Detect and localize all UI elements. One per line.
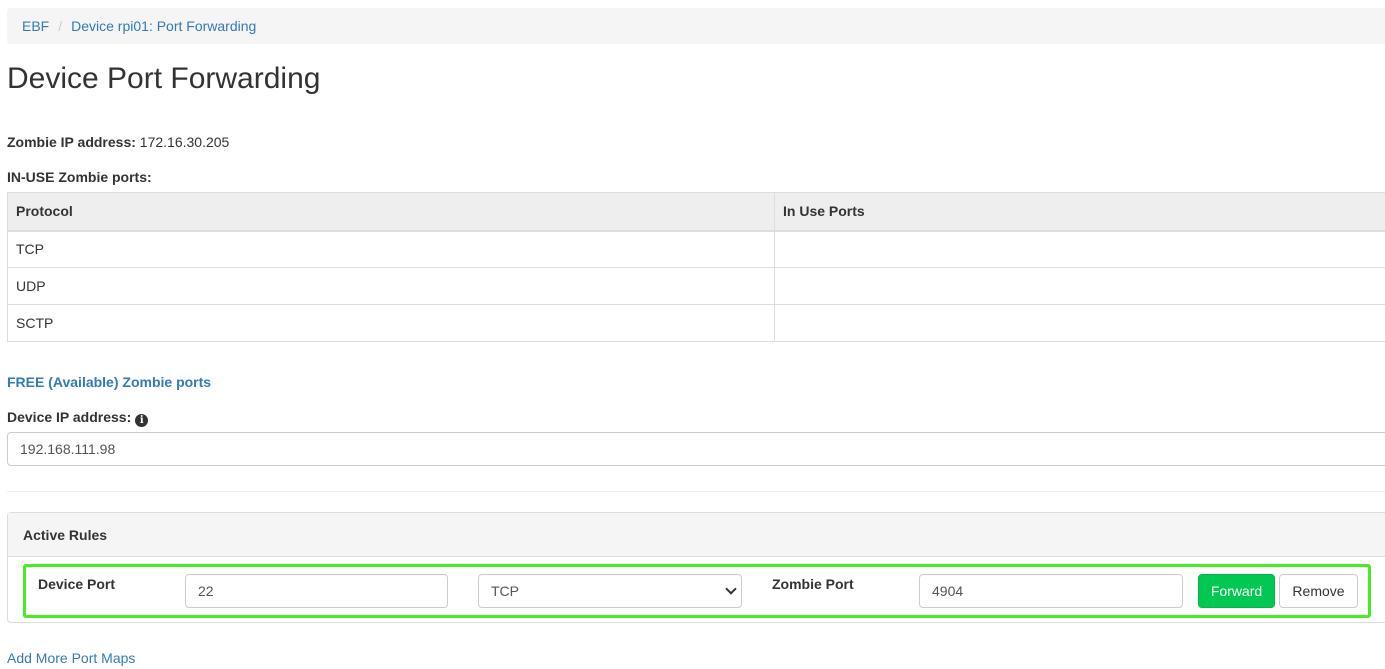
device-ip-label-line: Device IP address: i xyxy=(7,409,149,427)
table-header-row: Protocol In Use Ports xyxy=(7,192,1385,232)
add-more-port-maps-link[interactable]: Add More Port Maps xyxy=(7,650,135,666)
info-circle-icon[interactable]: i xyxy=(135,414,149,427)
zombie-port-input[interactable] xyxy=(919,574,1183,608)
remove-button[interactable]: Remove xyxy=(1279,574,1358,608)
zombie-ip-label: Zombie IP address: xyxy=(7,134,136,150)
ports-cell xyxy=(774,304,1385,342)
section-divider xyxy=(7,491,1385,492)
device-port-input[interactable] xyxy=(185,574,448,608)
active-rules-heading: Active Rules xyxy=(8,513,1385,557)
forward-button[interactable]: Forward xyxy=(1198,574,1275,608)
protocol-cell: SCTP xyxy=(7,304,775,342)
ports-cell xyxy=(774,267,1385,305)
protocol-cell: TCP xyxy=(7,230,775,268)
breadcrumb: EBF / Device rpi01: Port Forwarding xyxy=(7,8,1385,44)
zombie-ip-line: Zombie IP address: 172.16.30.205 xyxy=(7,134,229,150)
active-rules-panel: Active Rules Device Port TCP Zombie Port… xyxy=(7,512,1385,623)
in-use-ports-heading: IN-USE Zombie ports: xyxy=(7,169,152,185)
breadcrumb-item-device-port-forwarding[interactable]: Device rpi01: Port Forwarding xyxy=(71,18,256,34)
zombie-ip-value: 172.16.30.205 xyxy=(139,134,230,150)
breadcrumb-item-ebf[interactable]: EBF xyxy=(22,18,49,34)
table-row: TCP xyxy=(7,230,1385,268)
column-header-in-use-ports: In Use Ports xyxy=(774,192,1385,232)
ports-cell xyxy=(774,230,1385,268)
table-row: UDP xyxy=(7,267,1385,305)
protocol-select[interactable]: TCP xyxy=(478,574,742,608)
in-use-ports-label: IN-USE Zombie ports: xyxy=(7,169,152,185)
protocol-cell: UDP xyxy=(7,267,775,305)
zombie-port-label: Zombie Port xyxy=(772,576,854,592)
port-rule-row: Device Port TCP Zombie Port Forward Remo… xyxy=(23,564,1371,618)
table-row: SCTP xyxy=(7,304,1385,342)
breadcrumb-separator: / xyxy=(58,18,63,34)
free-zombie-ports-link[interactable]: FREE (Available) Zombie ports xyxy=(7,374,211,390)
page-title: Device Port Forwarding xyxy=(7,62,321,95)
in-use-ports-table: Protocol In Use Ports TCP UDP SCTP xyxy=(7,192,1385,342)
column-header-protocol: Protocol xyxy=(7,192,775,232)
device-ip-label: Device IP address: xyxy=(7,409,132,425)
device-port-label: Device Port xyxy=(38,576,116,592)
device-ip-input[interactable] xyxy=(7,432,1385,466)
